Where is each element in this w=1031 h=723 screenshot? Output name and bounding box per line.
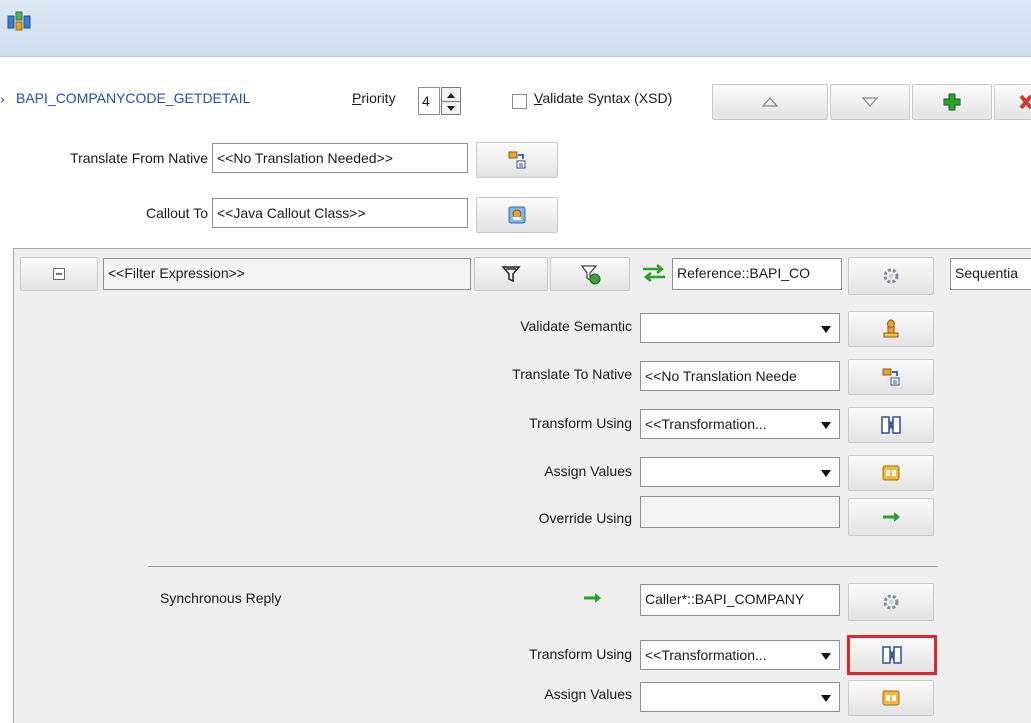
remove-x-icon bbox=[1019, 94, 1031, 110]
assign-values-label: Assign Values bbox=[544, 463, 632, 479]
transform-using-label: Transform Using bbox=[529, 415, 632, 431]
override-using-field[interactable] bbox=[640, 496, 840, 528]
validate-syntax-label: Validate Syntax (XSD) bbox=[534, 90, 672, 106]
routing-rule-icon bbox=[7, 10, 31, 32]
priority-label-rest: riority bbox=[361, 90, 396, 106]
translation-icon bbox=[508, 151, 526, 169]
assign-values-button[interactable] bbox=[848, 455, 934, 491]
callout-to-button[interactable] bbox=[476, 197, 558, 233]
transform-mapper-button[interactable] bbox=[848, 407, 934, 443]
reply-assign-values-button[interactable] bbox=[848, 680, 934, 716]
section-divider bbox=[148, 566, 938, 567]
callout-to-label: Callout To bbox=[145, 205, 208, 221]
filter-expression-field[interactable]: <<Filter Expression>> bbox=[103, 258, 471, 290]
reply-assign-values-label: Assign Values bbox=[544, 686, 632, 702]
validate-semantic-select[interactable] bbox=[640, 313, 840, 343]
translation-icon bbox=[882, 368, 900, 386]
reply-transform-using-select[interactable]: <<Transformation... bbox=[640, 640, 840, 670]
collapse-minus-icon bbox=[53, 268, 65, 280]
arrow-right-icon bbox=[883, 512, 900, 522]
reply-target-field[interactable]: Caller*::BAPI_COMPANY bbox=[640, 584, 840, 616]
reply-transform-mapper-button[interactable] bbox=[847, 635, 937, 675]
priority-input[interactable]: 4 bbox=[418, 87, 440, 115]
priority-label-mnemonic: P bbox=[352, 90, 362, 106]
assign-values-icon bbox=[882, 465, 900, 481]
reply-arrow-icon bbox=[582, 591, 604, 603]
reply-settings-button[interactable] bbox=[848, 583, 934, 621]
swap-arrows-icon bbox=[640, 263, 668, 283]
translate-to-native-button[interactable] bbox=[848, 359, 934, 395]
svg-text:›: › bbox=[0, 93, 5, 107]
triangle-down-icon bbox=[862, 97, 878, 107]
synchronous-reply-title: Synchronous Reply bbox=[160, 590, 282, 606]
validate-semantic-button[interactable] bbox=[848, 311, 934, 347]
translate-from-native-label: Translate From Native bbox=[70, 150, 208, 166]
validate-syntax-checkbox[interactable] bbox=[512, 94, 527, 109]
reply-assign-values-select[interactable] bbox=[640, 682, 840, 712]
expand-arrow-icon[interactable]: › bbox=[0, 91, 10, 108]
validate-syntax-rest: alidate Syntax (XSD) bbox=[542, 90, 673, 106]
validate-stamp-icon bbox=[883, 319, 899, 338]
filter-button[interactable] bbox=[474, 257, 548, 291]
move-down-button[interactable] bbox=[830, 84, 910, 120]
translate-from-native-button[interactable] bbox=[476, 142, 558, 178]
priority-spinner[interactable] bbox=[441, 87, 461, 115]
validate-semantic-label: Validate Semantic bbox=[520, 318, 632, 334]
service-name-link[interactable]: BAPI_COMPANYCODE_GETDETAIL bbox=[16, 90, 250, 110]
clear-filter-icon bbox=[580, 265, 601, 285]
xsl-mapper-icon bbox=[881, 416, 901, 434]
plus-icon bbox=[943, 93, 961, 111]
funnel-icon bbox=[501, 266, 521, 283]
triangle-up-icon bbox=[762, 97, 778, 107]
xsl-mapper-icon bbox=[882, 646, 902, 664]
reference-settings-button[interactable] bbox=[848, 257, 934, 295]
spinner-up-icon[interactable] bbox=[442, 88, 460, 102]
reply-transform-using-label: Transform Using bbox=[529, 646, 632, 662]
translate-to-native-label: Translate To Native bbox=[512, 366, 632, 382]
override-using-label: Override Using bbox=[538, 510, 632, 526]
reference-target-field[interactable]: Reference::BAPI_CO bbox=[672, 258, 842, 290]
delete-button[interactable] bbox=[994, 84, 1031, 120]
priority-label: Priority bbox=[352, 90, 396, 110]
execution-type-field[interactable]: Sequentia bbox=[950, 258, 1031, 290]
assign-values-icon bbox=[882, 690, 900, 706]
move-up-button[interactable] bbox=[712, 84, 828, 120]
gear-icon bbox=[883, 594, 899, 610]
spinner-down-icon[interactable] bbox=[442, 102, 460, 115]
clear-filter-button[interactable] bbox=[550, 257, 630, 291]
callout-to-field[interactable]: <<Java Callout Class>> bbox=[212, 198, 468, 228]
transform-using-select[interactable]: <<Transformation... bbox=[640, 409, 840, 439]
translate-from-native-field[interactable]: <<No Translation Needed>> bbox=[212, 143, 468, 173]
java-callout-icon bbox=[508, 206, 526, 224]
title-strip bbox=[0, 0, 1031, 57]
assign-values-select[interactable] bbox=[640, 457, 840, 487]
override-using-button[interactable] bbox=[848, 498, 934, 536]
add-button[interactable] bbox=[912, 84, 992, 120]
gear-icon bbox=[883, 268, 899, 284]
collapse-button[interactable] bbox=[20, 257, 98, 291]
translate-to-native-field[interactable]: <<No Translation Neede bbox=[640, 361, 840, 391]
